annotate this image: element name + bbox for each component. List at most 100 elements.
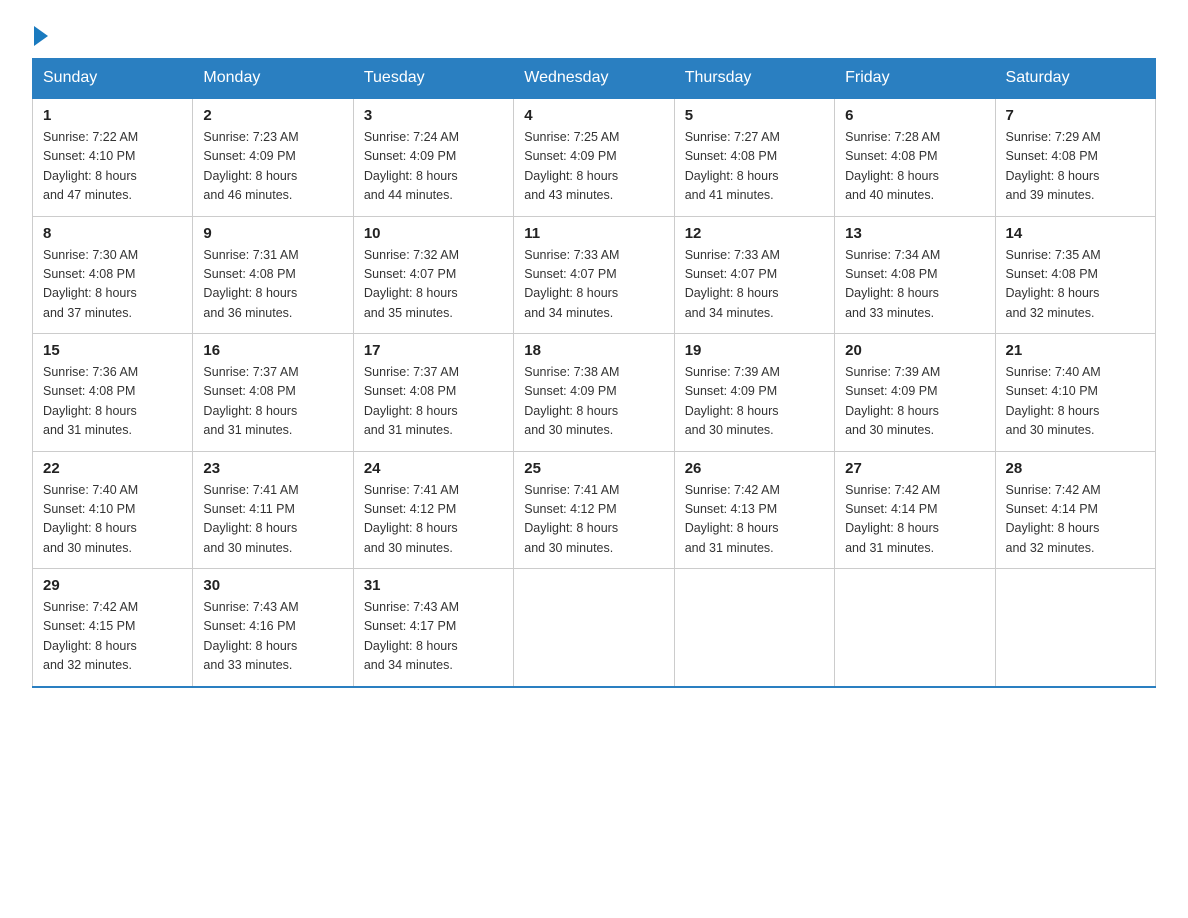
calendar-cell	[835, 569, 995, 687]
day-info: Sunrise: 7:42 AMSunset: 4:15 PMDaylight:…	[43, 598, 182, 676]
calendar-table: SundayMondayTuesdayWednesdayThursdayFrid…	[32, 58, 1156, 688]
day-info: Sunrise: 7:39 AMSunset: 4:09 PMDaylight:…	[685, 363, 824, 441]
calendar-cell: 23 Sunrise: 7:41 AMSunset: 4:11 PMDayligh…	[193, 451, 353, 569]
day-info: Sunrise: 7:41 AMSunset: 4:12 PMDaylight:…	[364, 481, 503, 559]
col-header-wednesday: Wednesday	[514, 59, 674, 99]
calendar-cell: 26 Sunrise: 7:42 AMSunset: 4:13 PMDayligh…	[674, 451, 834, 569]
day-info: Sunrise: 7:31 AMSunset: 4:08 PMDaylight:…	[203, 246, 342, 324]
calendar-cell: 9 Sunrise: 7:31 AMSunset: 4:08 PMDaylight…	[193, 216, 353, 334]
day-info: Sunrise: 7:38 AMSunset: 4:09 PMDaylight:…	[524, 363, 663, 441]
calendar-cell: 1 Sunrise: 7:22 AMSunset: 4:10 PMDaylight…	[33, 98, 193, 216]
col-header-friday: Friday	[835, 59, 995, 99]
day-number: 22	[43, 460, 182, 477]
day-info: Sunrise: 7:23 AMSunset: 4:09 PMDaylight:…	[203, 128, 342, 206]
day-info: Sunrise: 7:41 AMSunset: 4:11 PMDaylight:…	[203, 481, 342, 559]
day-number: 26	[685, 460, 824, 477]
day-number: 17	[364, 342, 503, 359]
day-info: Sunrise: 7:33 AMSunset: 4:07 PMDaylight:…	[685, 246, 824, 324]
logo	[32, 24, 48, 46]
day-number: 5	[685, 107, 824, 124]
day-info: Sunrise: 7:22 AMSunset: 4:10 PMDaylight:…	[43, 128, 182, 206]
logo-arrow-icon	[34, 26, 48, 46]
day-number: 4	[524, 107, 663, 124]
calendar-cell: 27Sunrise: 7:42 AMSunset: 4:14 PMDayligh…	[835, 451, 995, 569]
calendar-cell	[674, 569, 834, 687]
day-info: Sunrise: 7:28 AMSunset: 4:08 PMDaylight:…	[845, 128, 984, 206]
day-info: Sunrise: 7:34 AMSunset: 4:08 PMDaylight:…	[845, 246, 984, 324]
day-number: 14	[1006, 225, 1145, 242]
logo-line1	[32, 24, 48, 46]
col-header-thursday: Thursday	[674, 59, 834, 99]
day-number: 1	[43, 107, 182, 124]
day-number: 10	[364, 225, 503, 242]
calendar-cell: 31 Sunrise: 7:43 AMSunset: 4:17 PMDayligh…	[353, 569, 513, 687]
calendar-cell: 29 Sunrise: 7:42 AMSunset: 4:15 PMDayligh…	[33, 569, 193, 687]
calendar-week-row: 29 Sunrise: 7:42 AMSunset: 4:15 PMDayligh…	[33, 569, 1156, 687]
calendar-cell: 6 Sunrise: 7:28 AMSunset: 4:08 PMDaylight…	[835, 98, 995, 216]
day-number: 23	[203, 460, 342, 477]
calendar-cell: 12 Sunrise: 7:33 AMSunset: 4:07 PMDayligh…	[674, 216, 834, 334]
day-number: 30	[203, 577, 342, 594]
calendar-cell: 7 Sunrise: 7:29 AMSunset: 4:08 PMDaylight…	[995, 98, 1155, 216]
day-number: 31	[364, 577, 503, 594]
calendar-week-row: 22 Sunrise: 7:40 AMSunset: 4:10 PMDayligh…	[33, 451, 1156, 569]
day-info: Sunrise: 7:40 AMSunset: 4:10 PMDaylight:…	[1006, 363, 1145, 441]
col-header-monday: Monday	[193, 59, 353, 99]
calendar-cell: 25 Sunrise: 7:41 AMSunset: 4:12 PMDayligh…	[514, 451, 674, 569]
calendar-week-row: 15Sunrise: 7:36 AMSunset: 4:08 PMDayligh…	[33, 334, 1156, 452]
calendar-cell: 15Sunrise: 7:36 AMSunset: 4:08 PMDayligh…	[33, 334, 193, 452]
calendar-week-row: 8 Sunrise: 7:30 AMSunset: 4:08 PMDaylight…	[33, 216, 1156, 334]
calendar-cell: 8 Sunrise: 7:30 AMSunset: 4:08 PMDaylight…	[33, 216, 193, 334]
day-number: 6	[845, 107, 984, 124]
calendar-cell: 2Sunrise: 7:23 AMSunset: 4:09 PMDaylight…	[193, 98, 353, 216]
day-info: Sunrise: 7:37 AMSunset: 4:08 PMDaylight:…	[203, 363, 342, 441]
calendar-cell: 11 Sunrise: 7:33 AMSunset: 4:07 PMDayligh…	[514, 216, 674, 334]
day-info: Sunrise: 7:37 AMSunset: 4:08 PMDaylight:…	[364, 363, 503, 441]
day-number: 24	[364, 460, 503, 477]
day-info: Sunrise: 7:39 AMSunset: 4:09 PMDaylight:…	[845, 363, 984, 441]
day-number: 9	[203, 225, 342, 242]
calendar-cell	[995, 569, 1155, 687]
day-info: Sunrise: 7:41 AMSunset: 4:12 PMDaylight:…	[524, 481, 663, 559]
calendar-cell: 17 Sunrise: 7:37 AMSunset: 4:08 PMDayligh…	[353, 334, 513, 452]
day-info: Sunrise: 7:35 AMSunset: 4:08 PMDaylight:…	[1006, 246, 1145, 324]
day-number: 27	[845, 460, 984, 477]
page-header	[32, 24, 1156, 46]
day-number: 12	[685, 225, 824, 242]
day-info: Sunrise: 7:40 AMSunset: 4:10 PMDaylight:…	[43, 481, 182, 559]
calendar-cell: 24 Sunrise: 7:41 AMSunset: 4:12 PMDayligh…	[353, 451, 513, 569]
day-number: 18	[524, 342, 663, 359]
day-number: 16	[203, 342, 342, 359]
day-info: Sunrise: 7:33 AMSunset: 4:07 PMDaylight:…	[524, 246, 663, 324]
day-number: 8	[43, 225, 182, 242]
calendar-cell: 22 Sunrise: 7:40 AMSunset: 4:10 PMDayligh…	[33, 451, 193, 569]
day-number: 28	[1006, 460, 1145, 477]
day-info: Sunrise: 7:32 AMSunset: 4:07 PMDaylight:…	[364, 246, 503, 324]
calendar-week-row: 1 Sunrise: 7:22 AMSunset: 4:10 PMDaylight…	[33, 98, 1156, 216]
day-number: 29	[43, 577, 182, 594]
col-header-saturday: Saturday	[995, 59, 1155, 99]
day-number: 11	[524, 225, 663, 242]
col-header-tuesday: Tuesday	[353, 59, 513, 99]
calendar-header-row: SundayMondayTuesdayWednesdayThursdayFrid…	[33, 59, 1156, 99]
day-info: Sunrise: 7:30 AMSunset: 4:08 PMDaylight:…	[43, 246, 182, 324]
calendar-cell: 20Sunrise: 7:39 AMSunset: 4:09 PMDayligh…	[835, 334, 995, 452]
calendar-cell	[514, 569, 674, 687]
calendar-cell: 21 Sunrise: 7:40 AMSunset: 4:10 PMDayligh…	[995, 334, 1155, 452]
day-info: Sunrise: 7:43 AMSunset: 4:17 PMDaylight:…	[364, 598, 503, 676]
day-info: Sunrise: 7:29 AMSunset: 4:08 PMDaylight:…	[1006, 128, 1145, 206]
day-info: Sunrise: 7:42 AMSunset: 4:14 PMDaylight:…	[1006, 481, 1145, 559]
day-number: 25	[524, 460, 663, 477]
day-info: Sunrise: 7:36 AMSunset: 4:08 PMDaylight:…	[43, 363, 182, 441]
calendar-cell: 16 Sunrise: 7:37 AMSunset: 4:08 PMDayligh…	[193, 334, 353, 452]
day-number: 7	[1006, 107, 1145, 124]
calendar-cell: 19Sunrise: 7:39 AMSunset: 4:09 PMDayligh…	[674, 334, 834, 452]
day-number: 21	[1006, 342, 1145, 359]
day-info: Sunrise: 7:27 AMSunset: 4:08 PMDaylight:…	[685, 128, 824, 206]
calendar-cell: 18 Sunrise: 7:38 AMSunset: 4:09 PMDayligh…	[514, 334, 674, 452]
calendar-cell: 5 Sunrise: 7:27 AMSunset: 4:08 PMDaylight…	[674, 98, 834, 216]
calendar-cell: 28 Sunrise: 7:42 AMSunset: 4:14 PMDayligh…	[995, 451, 1155, 569]
calendar-cell: 4 Sunrise: 7:25 AMSunset: 4:09 PMDaylight…	[514, 98, 674, 216]
day-info: Sunrise: 7:42 AMSunset: 4:13 PMDaylight:…	[685, 481, 824, 559]
day-info: Sunrise: 7:25 AMSunset: 4:09 PMDaylight:…	[524, 128, 663, 206]
